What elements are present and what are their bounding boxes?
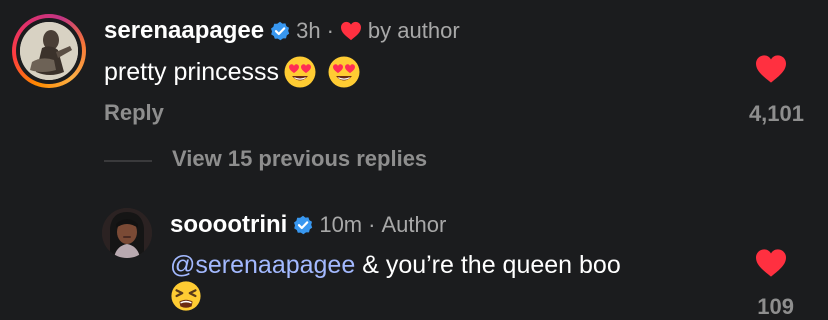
like-count: 4,101	[748, 101, 804, 126]
heart-eyes-emoji	[284, 56, 316, 88]
replies-divider-line	[104, 160, 152, 162]
reply-username[interactable]: sooootrini	[170, 211, 287, 239]
comment-timestamp: 3h	[296, 18, 321, 43]
verified-badge-icon	[294, 215, 313, 235]
like-heart-icon[interactable]	[754, 248, 788, 278]
comment-body: pretty princesss	[104, 54, 361, 90]
comments-thread: serenaapagee 3h · by author pretty princ…	[0, 0, 828, 320]
liked-by-author-label: by author	[367, 18, 460, 43]
author-label: Author	[381, 212, 447, 237]
reply-text: & you’re the queen boo	[355, 250, 621, 279]
verified-badge-icon	[271, 21, 290, 41]
avatar	[20, 22, 78, 80]
liked-by-author-heart-icon	[340, 21, 361, 41]
reply-header: sooootrini 10m · Author	[170, 210, 446, 240]
comment-header: serenaapagee 3h · by author	[104, 16, 460, 46]
view-previous-replies-button[interactable]: View 15 previous replies	[172, 146, 427, 172]
reply-button[interactable]: Reply	[104, 100, 164, 126]
tired-face-emoji	[171, 281, 201, 311]
avatar[interactable]	[102, 208, 152, 258]
avatar-photo-icon	[20, 22, 78, 80]
comment-text: pretty princesss	[104, 57, 280, 86]
reply-body: @serenaapagee & you’re the queen boo	[170, 248, 621, 282]
like-heart-icon[interactable]	[754, 54, 788, 84]
meta-separator: ·	[326, 18, 334, 43]
comment-username[interactable]: serenaapagee	[104, 17, 264, 45]
meta-separator: ·	[368, 212, 376, 237]
story-ring-avatar[interactable]	[12, 14, 86, 88]
mention-link[interactable]: @serenaapagee	[170, 251, 355, 280]
reply-timestamp: 10m	[319, 212, 363, 237]
heart-eyes-emoji	[328, 56, 360, 88]
like-count: 109	[757, 294, 794, 319]
avatar-photo-icon	[102, 208, 152, 258]
